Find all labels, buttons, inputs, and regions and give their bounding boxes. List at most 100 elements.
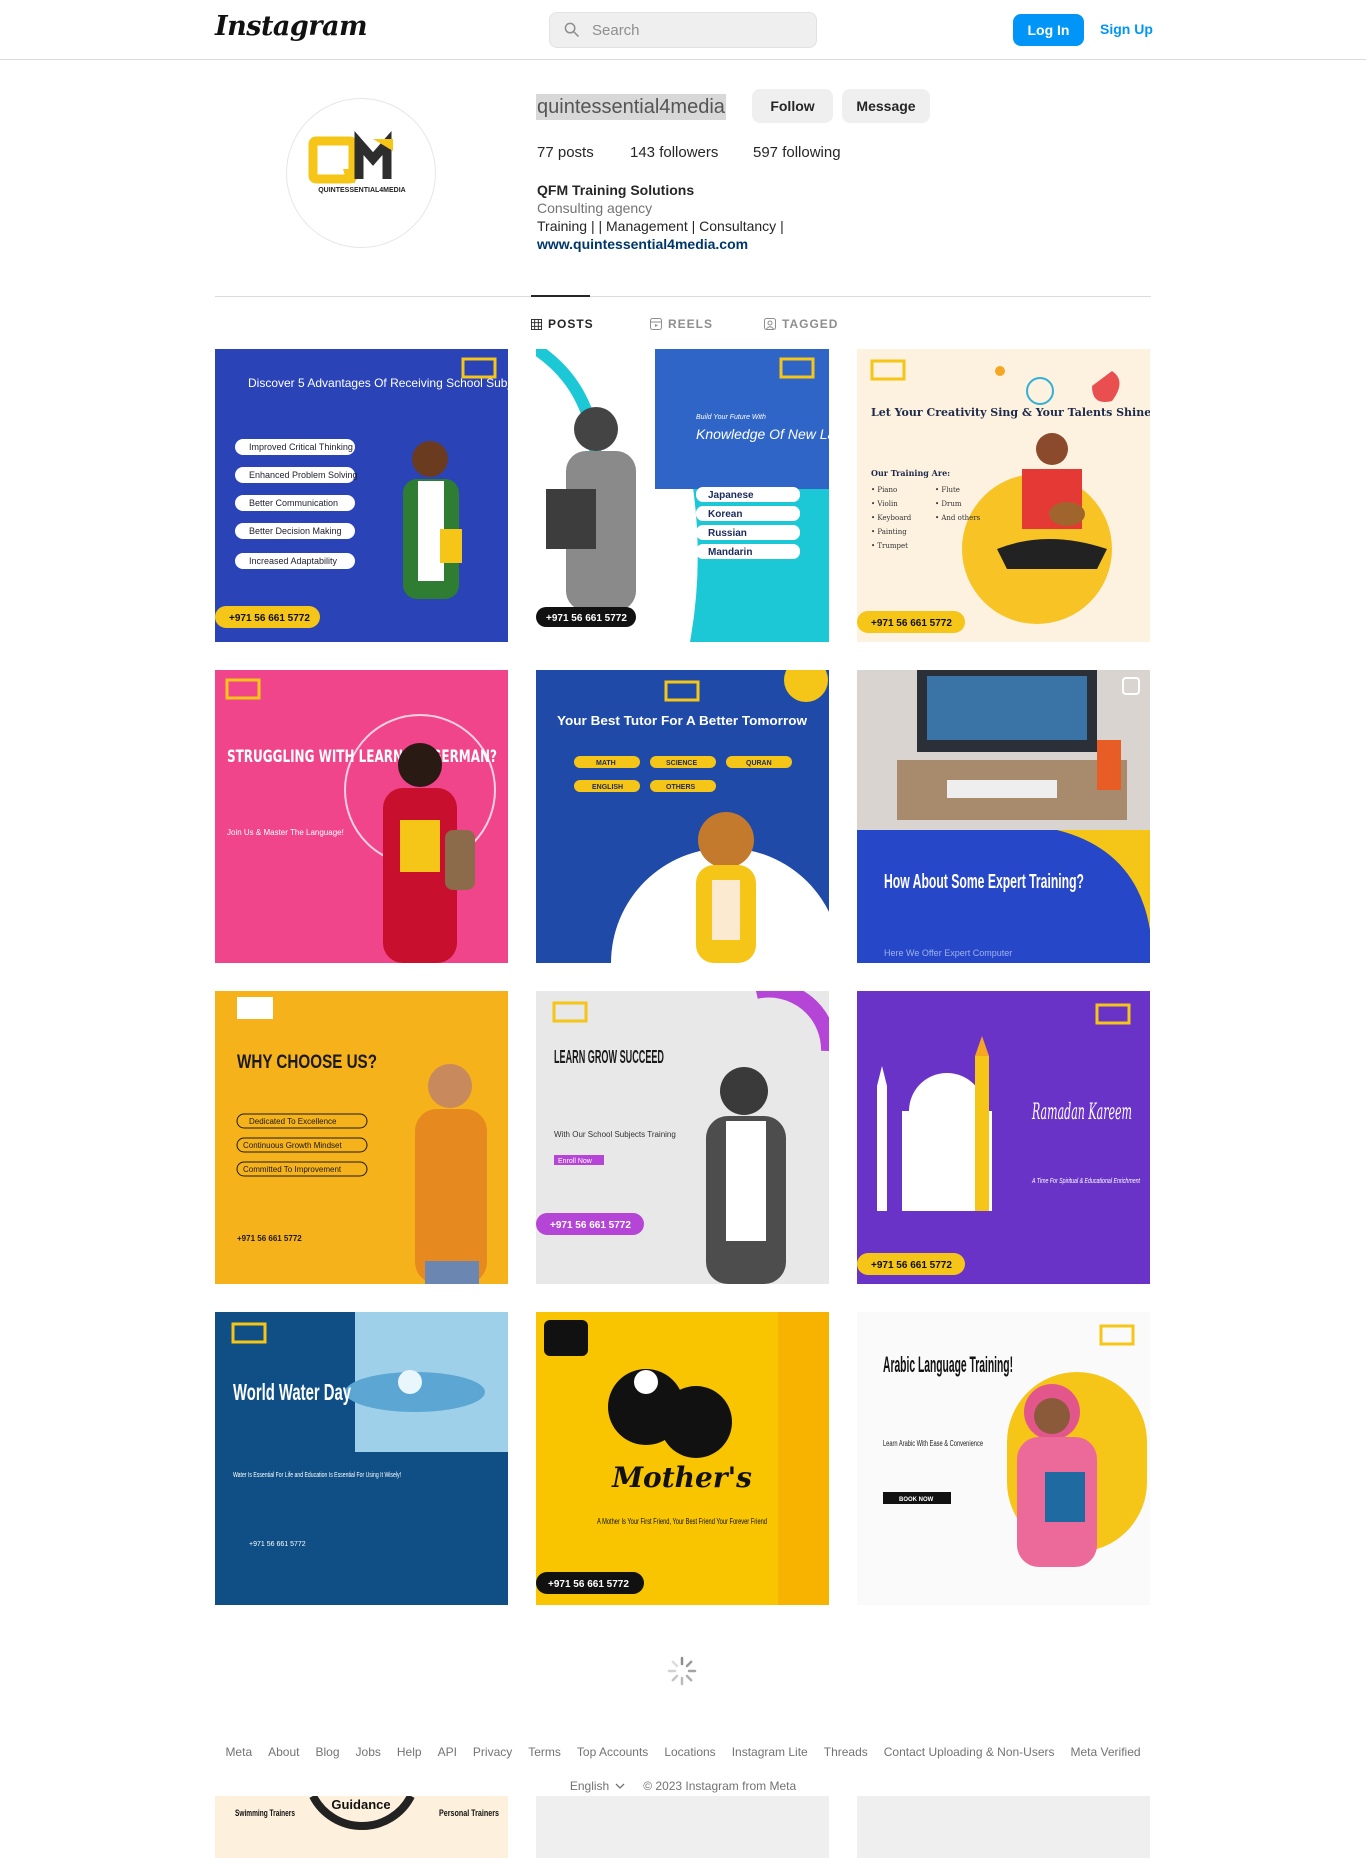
footer-link[interactable]: Blog (315, 1745, 339, 1759)
tagged-icon (764, 318, 776, 330)
post-tile[interactable]: Arabic Language Training! Learn Arabic W… (857, 1312, 1150, 1605)
search-icon (564, 22, 579, 37)
posts-count: 77 posts (537, 144, 594, 161)
post-title: Discover 5 Advantages Of Receiving Schoo… (248, 376, 508, 390)
svg-text:OTHERS: OTHERS (666, 784, 696, 791)
footer-bottom: English © 2023 Instagram from Meta (0, 1779, 1366, 1793)
svg-text:Learn Arabic With Ease & Conve: Learn Arabic With Ease & Convenience (883, 1439, 983, 1448)
footer-link[interactable]: API (438, 1745, 457, 1759)
svg-text:A Mother Is Your First Friend,: A Mother Is Your First Friend, Your Best… (597, 1517, 767, 1526)
footer-link[interactable]: Jobs (356, 1745, 381, 1759)
profile-full-name: QFM Training Solutions (537, 182, 695, 198)
svg-text:Here We Offer Expert Computer: Here We Offer Expert Computer (884, 948, 1012, 958)
svg-text:A Time For Spiritual & Educati: A Time For Spiritual & Educational Enric… (1031, 1178, 1141, 1185)
message-button[interactable]: Message (842, 89, 930, 123)
tab-reels-label: REELS (668, 317, 714, 331)
footer-link[interactable]: Meta Verified (1071, 1745, 1141, 1759)
footer-link[interactable]: Instagram Lite (732, 1745, 808, 1759)
post-tile[interactable]: How About Some Expert Training? Here We … (857, 670, 1150, 963)
post-tile[interactable]: Your Best Tutor For A Better Tomorrow MA… (536, 670, 829, 963)
svg-text:Let Your Creativity Sing & You: Let Your Creativity Sing & Your Talents … (871, 406, 1150, 419)
svg-text:Guidance: Guidance (331, 1797, 390, 1812)
footer-link[interactable]: Locations (664, 1745, 715, 1759)
footer-link[interactable]: Meta (225, 1745, 252, 1759)
post-tile[interactable]: World Water Day Water Is Essential For L… (215, 1312, 508, 1605)
post-tile[interactable]: Ramadan Kareem A Time For Spiritual & Ed… (857, 991, 1150, 1284)
post-tile[interactable]: Mother's A Mother Is Your First Friend, … (536, 1312, 829, 1605)
svg-text:Russian: Russian (708, 528, 747, 539)
grid-icon (531, 318, 542, 330)
svg-text:+971 56 661 5772: +971 56 661 5772 (237, 1234, 302, 1243)
profile-website-link[interactable]: www.quintessential4media.com (537, 235, 748, 253)
tab-posts[interactable]: POSTS (531, 317, 594, 331)
footer-link[interactable]: About (268, 1745, 299, 1759)
post-tile-partial[interactable]: Guidance Swimming Trainers Personal Trai… (215, 1796, 508, 1858)
post-tile[interactable]: STRUGGLING WITH LEARNING GERMAN? Join Us… (215, 670, 508, 963)
svg-text:Arabic Language Training!: Arabic Language Training! (883, 1352, 1013, 1377)
svg-text:• Keyboard: • Keyboard (871, 514, 912, 522)
reels-icon (650, 318, 662, 330)
svg-text:Your Best Tutor For A Better T: Your Best Tutor For A Better Tomorrow (557, 713, 808, 728)
sign-up-link[interactable]: Sign Up (1100, 21, 1153, 37)
post-tile-placeholder (536, 1796, 829, 1858)
post-tile[interactable]: Build Your Future With Knowledge Of New … (536, 349, 829, 642)
post-tile[interactable]: LEARN GROW SUCCEED With Our School Subje… (536, 991, 829, 1284)
post-tile-placeholder (857, 1796, 1150, 1858)
following-count[interactable]: 597 following (753, 144, 841, 161)
post-item: Increased Adaptability (249, 556, 338, 566)
svg-text:• Trumpet: • Trumpet (871, 542, 908, 550)
svg-text:BOOK NOW: BOOK NOW (899, 1497, 934, 1503)
svg-text:+971 56 661 5772: +971 56 661 5772 (548, 1579, 629, 1590)
svg-text:Knowledge Of New Languages: Knowledge Of New Languages (696, 426, 829, 442)
copyright: © 2023 Instagram from Meta (643, 1779, 797, 1793)
footer-link[interactable]: Top Accounts (577, 1745, 648, 1759)
svg-text:QURAN: QURAN (746, 760, 772, 767)
language-selector[interactable]: English (570, 1779, 625, 1793)
svg-text:Build Your Future With: Build Your Future With (696, 414, 766, 421)
svg-text:World Water Day: World Water Day (233, 1379, 351, 1405)
svg-text:Enroll Now: Enroll Now (558, 1158, 593, 1165)
instagram-logo[interactable]: Instagram (215, 11, 368, 42)
followers-count[interactable]: 143 followers (630, 144, 718, 161)
tab-tagged[interactable]: TAGGED (764, 317, 838, 331)
svg-text:ENGLISH: ENGLISH (592, 784, 623, 791)
profile-username: quintessential4media (536, 94, 726, 120)
search-input[interactable] (590, 13, 810, 47)
post-tile[interactable]: WHY CHOOSE US? Dedicated To Excellence C… (215, 991, 508, 1284)
post-item: Better Communication (249, 498, 338, 508)
footer-link[interactable]: Terms (528, 1745, 561, 1759)
svg-text:• And others: • And others (935, 514, 981, 522)
svg-text:Continuous Growth Mindset: Continuous Growth Mindset (243, 1141, 342, 1150)
svg-text:Join Us & Master The Language!: Join Us & Master The Language! (227, 828, 344, 837)
svg-text:QUINTESSENTIAL4MEDIA: QUINTESSENTIAL4MEDIA (318, 187, 406, 194)
post-tile[interactable]: Discover 5 Advantages Of Receiving Schoo… (215, 349, 508, 642)
footer-link[interactable]: Privacy (473, 1745, 512, 1759)
loading-spinner-icon (667, 1656, 697, 1686)
profile-bio: Training | | Management | Consultancy | (537, 218, 784, 234)
svg-text:• Piano: • Piano (871, 486, 897, 494)
svg-text:• Painting: • Painting (871, 528, 907, 536)
tab-posts-label: POSTS (548, 317, 594, 331)
svg-text:With Our School Subjects Train: With Our School Subjects Training (554, 1130, 676, 1139)
tabs-divider (215, 296, 1151, 297)
svg-text:STRUGGLING WITH LEARNING GERMA: STRUGGLING WITH LEARNING GERMAN? (227, 747, 497, 767)
svg-text:SCIENCE: SCIENCE (666, 760, 697, 767)
active-tab-indicator (531, 295, 590, 297)
search-box[interactable] (549, 12, 817, 48)
footer-link[interactable]: Threads (824, 1745, 868, 1759)
post-tile[interactable]: Let Your Creativity Sing & Your Talents … (857, 349, 1150, 642)
log-in-button[interactable]: Log In (1013, 14, 1084, 46)
svg-text:Japanese: Japanese (708, 490, 754, 501)
svg-text:• Flute: • Flute (935, 486, 960, 494)
post-item: Better Decision Making (249, 526, 342, 536)
post-item: Enhanced Problem Solving (249, 470, 358, 480)
follow-button[interactable]: Follow (752, 89, 833, 123)
footer-link[interactable]: Help (397, 1745, 422, 1759)
tab-reels[interactable]: REELS (650, 317, 713, 331)
language-label: English (569, 1779, 610, 1793)
svg-text:How About Some Expert Training: How About Some Expert Training? (884, 871, 1084, 893)
footer-link[interactable]: Contact Uploading & Non-Users (884, 1745, 1055, 1759)
svg-text:Korean: Korean (708, 509, 742, 520)
profile-avatar[interactable]: QUINTESSENTIAL4MEDIA (286, 98, 436, 248)
chevron-down-icon (615, 1783, 625, 1789)
